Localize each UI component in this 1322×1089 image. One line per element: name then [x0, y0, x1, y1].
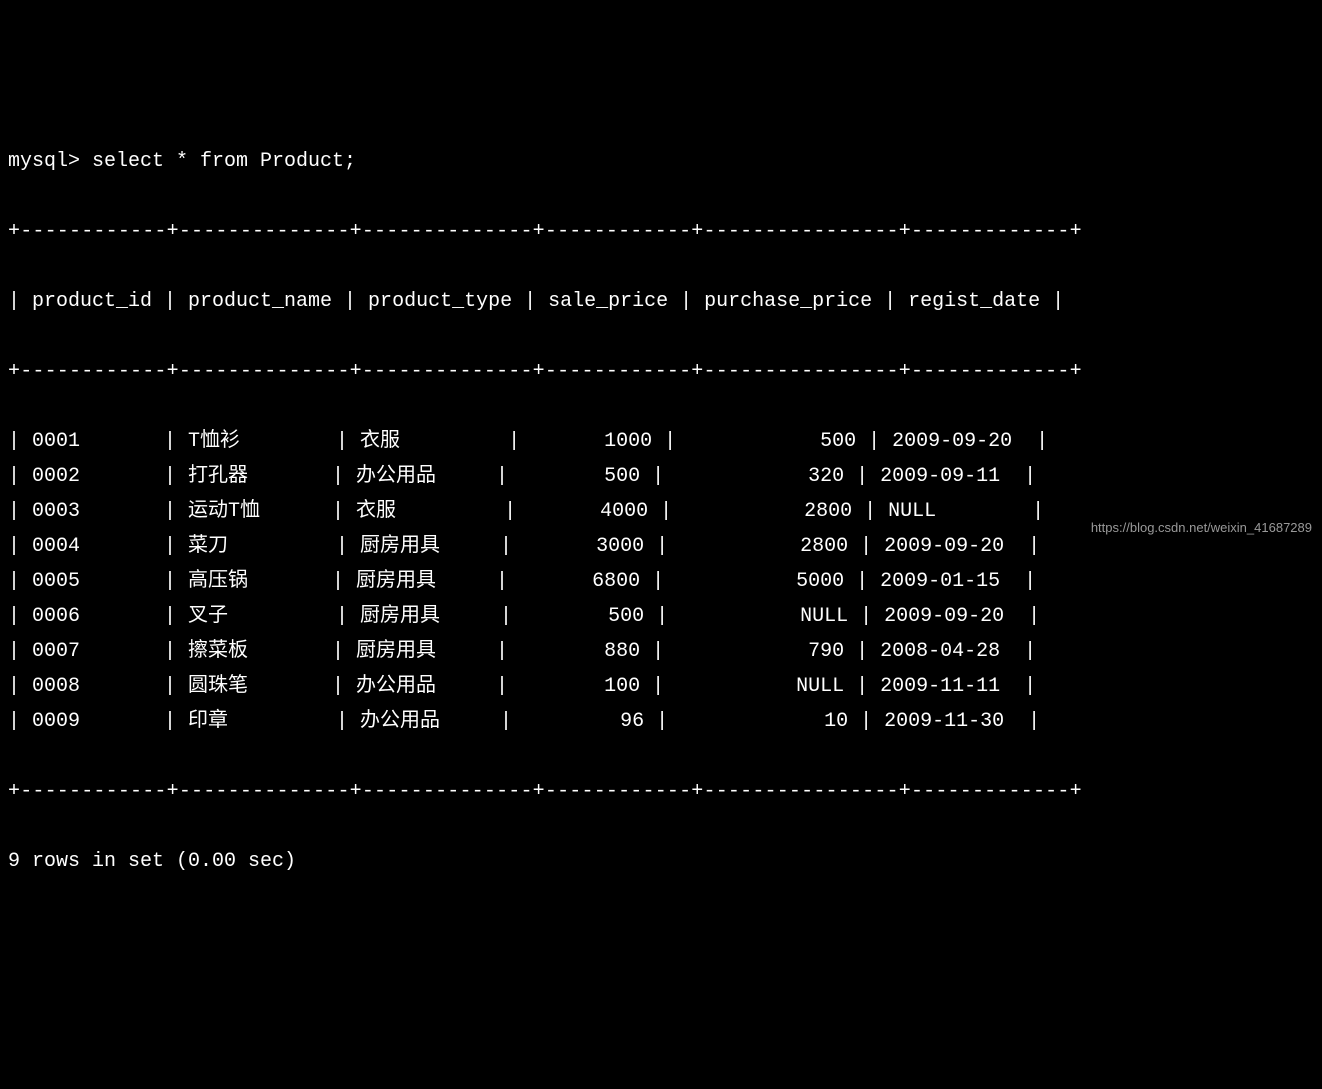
result-footer: 9 rows in set (0.00 sec)	[8, 844, 1314, 879]
table-row: | 0002 | 打孔器 | 办公用品 | 500 | 320 | 2009-0…	[8, 459, 1314, 494]
table-border-mid: +------------+--------------+-----------…	[8, 354, 1314, 389]
table-row: | 0007 | 擦菜板 | 厨房用具 | 880 | 790 | 2008-0…	[8, 634, 1314, 669]
table-row: | 0008 | 圆珠笔 | 办公用品 | 100 | NULL | 2009-…	[8, 669, 1314, 704]
table-row: | 0006 | 叉子 | 厨房用具 | 500 | NULL | 2009-0…	[8, 599, 1314, 634]
sql-prompt: mysql> select * from Product;	[8, 144, 1314, 179]
table-row: | 0005 | 高压锅 | 厨房用具 | 6800 | 5000 | 2009…	[8, 564, 1314, 599]
table-border-bottom: +------------+--------------+-----------…	[8, 774, 1314, 809]
watermark-text: https://blog.csdn.net/weixin_41687289	[1091, 517, 1312, 540]
table-row: | 0001 | T恤衫 | 衣服 | 1000 | 500 | 2009-09…	[8, 424, 1314, 459]
table-border-top: +------------+--------------+-----------…	[8, 214, 1314, 249]
table-row: | 0009 | 印章 | 办公用品 | 96 | 10 | 2009-11-3…	[8, 704, 1314, 739]
table-header: | product_id | product_name | product_ty…	[8, 284, 1314, 319]
